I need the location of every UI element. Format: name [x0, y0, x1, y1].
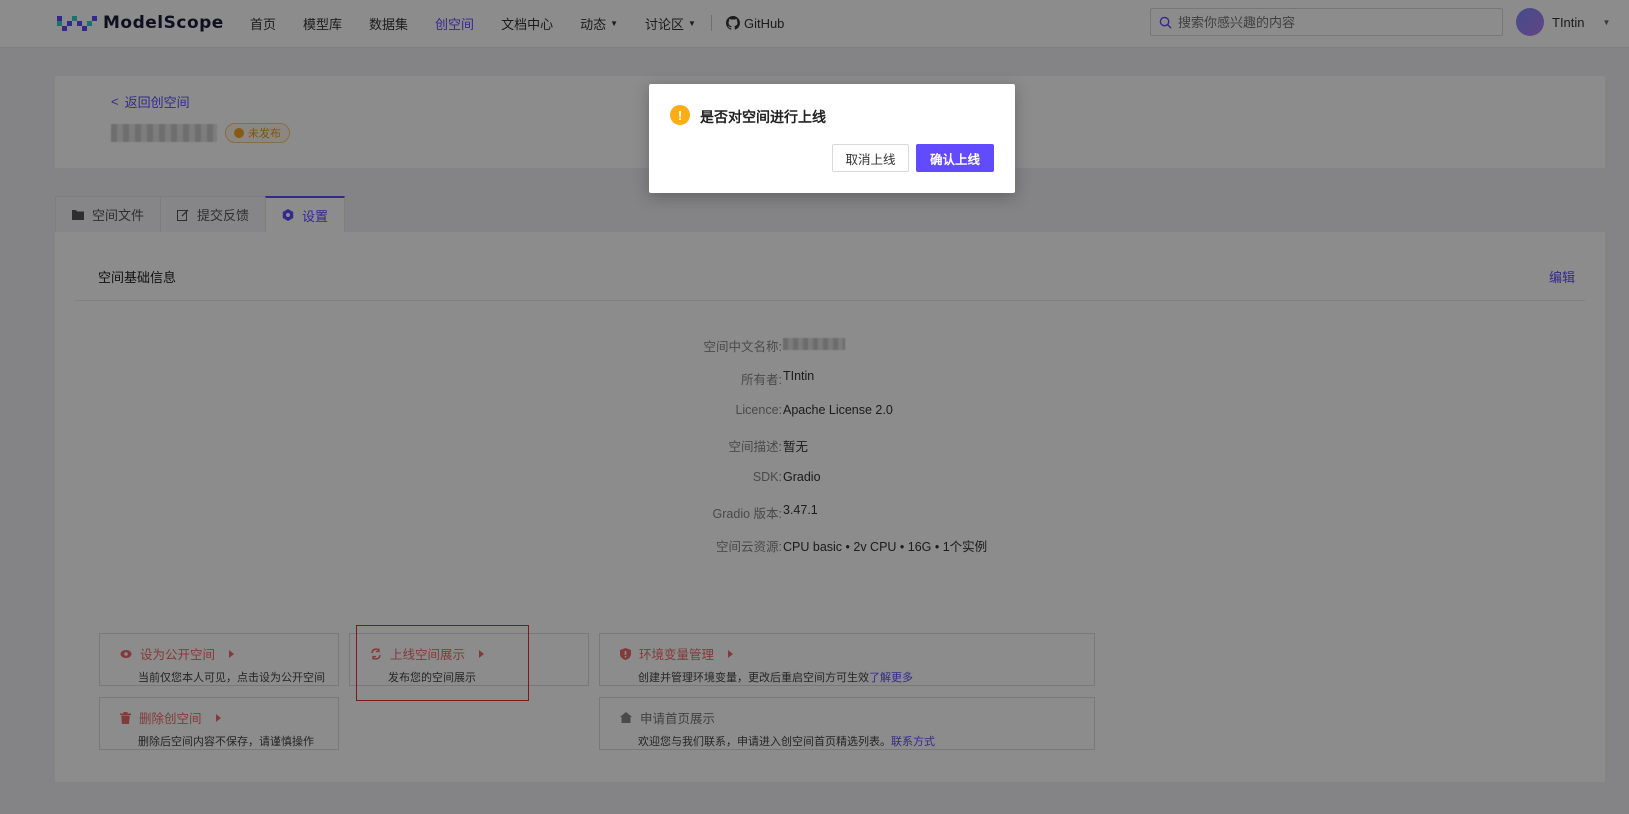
cancel-online-button[interactable]: 取消上线 [832, 144, 909, 172]
warning-icon: ! [670, 105, 690, 125]
confirm-online-dialog: ! 是否对空间进行上线 取消上线 确认上线 [649, 84, 1015, 193]
dialog-title: 是否对空间进行上线 [700, 109, 826, 125]
confirm-online-button[interactable]: 确认上线 [916, 144, 994, 172]
